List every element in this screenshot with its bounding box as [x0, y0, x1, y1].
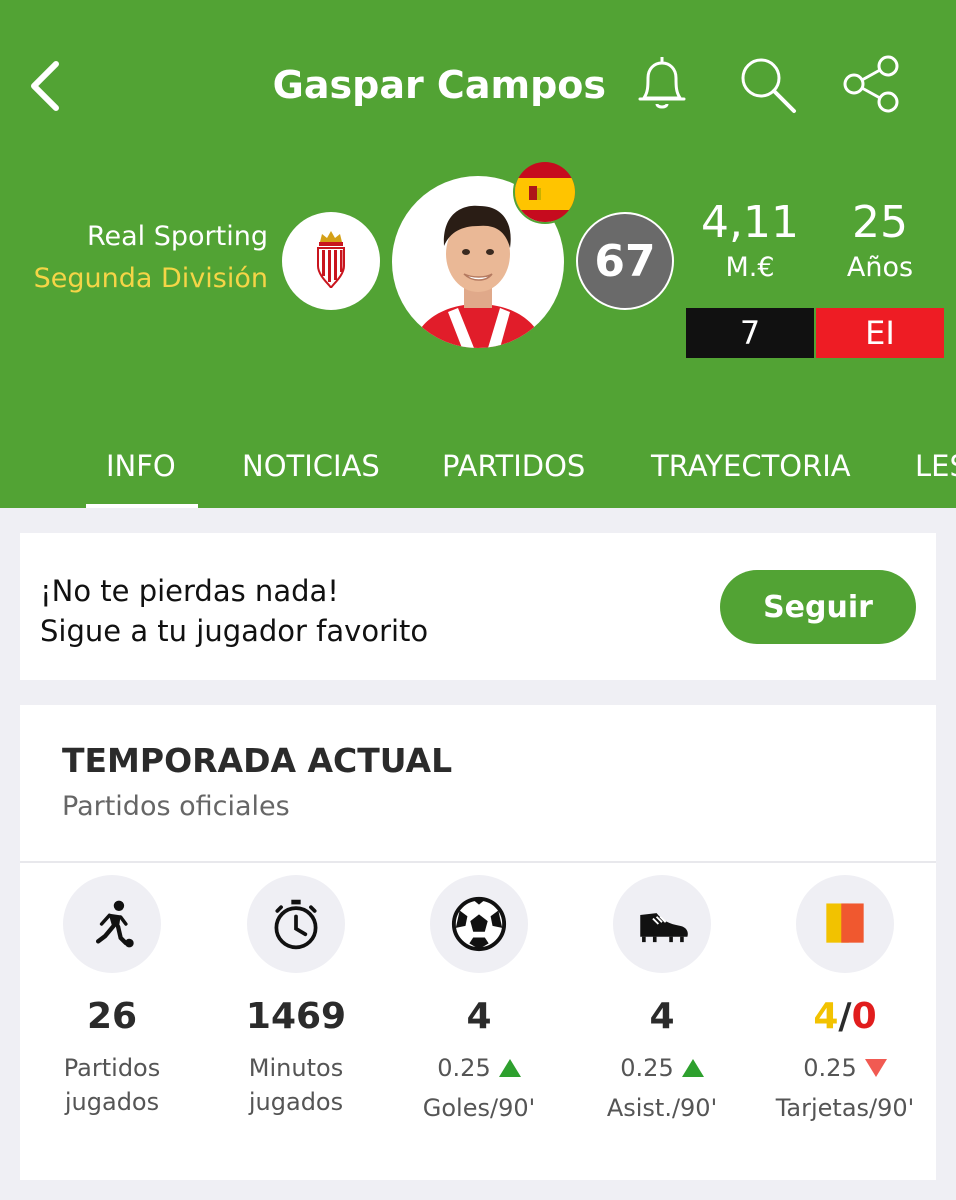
bell-icon[interactable]	[630, 52, 694, 116]
cards-ratio: 0.25	[753, 1051, 937, 1085]
minutes-value: 1469	[245, 996, 347, 1037]
season-subtitle: Partidos oficiales	[62, 791, 290, 822]
player-kick-icon	[63, 875, 161, 973]
follow-message: ¡No te pierdas nada! Sigue a tu jugador …	[40, 571, 428, 651]
follow-line-2: Sigue a tu jugador favorito	[40, 614, 429, 648]
football-boot-icon	[613, 875, 711, 973]
assists-value: 4	[649, 996, 675, 1037]
matches-label: Partidos jugados	[20, 1051, 204, 1119]
cards-icon	[796, 875, 894, 973]
follow-card: ¡No te pierdas nada! Sigue a tu jugador …	[20, 533, 936, 680]
shirt-number: 7	[686, 308, 814, 358]
age-number: 25	[852, 197, 908, 248]
tab-bar: INFO NOTICIAS PARTIDOS TRAYECTORIA LES	[0, 440, 956, 508]
position-badge: EI	[816, 308, 944, 358]
stat-cards[interactable]: 4/0 0.25 Tarjetas/90'	[753, 875, 937, 1125]
player-age: 25 Años	[810, 198, 950, 288]
club-info[interactable]: Real Sporting Segunda División	[34, 216, 268, 300]
trend-up-icon	[498, 1059, 521, 1077]
follow-button[interactable]: Seguir	[720, 570, 916, 644]
goals-label: Goles/90'	[422, 1094, 536, 1122]
share-icon[interactable]	[840, 52, 904, 116]
minutes-label: Minutos jugados	[248, 1054, 344, 1116]
stopwatch-icon	[247, 875, 345, 973]
tab-noticias[interactable]: NOTICIAS	[242, 446, 380, 486]
league-name: Segunda División	[33, 263, 268, 294]
stat-assists[interactable]: 4 0.25 Asist./90'	[570, 875, 754, 1125]
player-rating-badge: 67	[576, 212, 674, 310]
goals-ratio: 0.25	[387, 1051, 571, 1085]
back-chevron-icon[interactable]	[22, 58, 72, 114]
page-title: Gaspar Campos	[272, 63, 606, 107]
trend-up-icon	[681, 1059, 704, 1077]
soccer-ball-icon	[430, 875, 528, 973]
assists-ratio-value: 0.25	[620, 1054, 674, 1082]
tab-trayectoria[interactable]: TRAYECTORIA	[651, 446, 851, 486]
follow-line-1: ¡No te pierdas nada!	[40, 574, 339, 608]
tab-info[interactable]: INFO	[86, 446, 198, 508]
stat-goals[interactable]: 4 0.25 Goles/90'	[387, 875, 571, 1125]
yellow-cards-value: 4	[813, 996, 839, 1037]
market-value-label: M.€	[725, 252, 775, 283]
divider	[20, 861, 936, 863]
cards-ratio-value: 0.25	[803, 1054, 857, 1082]
stat-minutes[interactable]: 1469 Minutos jugados	[204, 875, 388, 1119]
trend-down-icon	[864, 1059, 887, 1077]
goals-ratio-value: 0.25	[437, 1054, 491, 1082]
goals-value: 4	[466, 996, 492, 1037]
season-title: TEMPORADA ACTUAL	[62, 741, 453, 780]
player-header: Gaspar Campos Real Sporting Segunda Divi…	[0, 0, 956, 508]
assists-label: Asist./90'	[606, 1094, 718, 1122]
tab-partidos[interactable]: PARTIDOS	[442, 446, 585, 486]
red-cards-value: 0	[851, 996, 877, 1037]
matches-value: 26	[86, 996, 138, 1037]
nationality-flag-icon	[513, 160, 577, 224]
matches-label-line-1: Partidos	[63, 1054, 161, 1082]
cards-separator: /	[838, 996, 852, 1037]
matches-label-line-2: jugados	[64, 1088, 160, 1116]
stat-matches[interactable]: 26 Partidos jugados	[20, 875, 204, 1119]
assists-ratio: 0.25	[570, 1051, 754, 1085]
market-value-number: 4,11	[701, 197, 799, 248]
cards-label: Tarjetas/90'	[775, 1094, 915, 1122]
tab-more[interactable]: LES	[915, 446, 956, 486]
club-crest-icon	[317, 231, 345, 289]
cards-value: 4/0	[753, 995, 937, 1039]
age-label: Años	[846, 252, 914, 283]
season-stats-card: TEMPORADA ACTUAL Partidos oficiales 26 P…	[20, 705, 936, 1180]
search-icon[interactable]	[734, 52, 798, 116]
club-crest[interactable]	[282, 212, 380, 310]
club-name: Real Sporting	[86, 221, 268, 252]
market-value: 4,11 M.€	[680, 198, 820, 288]
